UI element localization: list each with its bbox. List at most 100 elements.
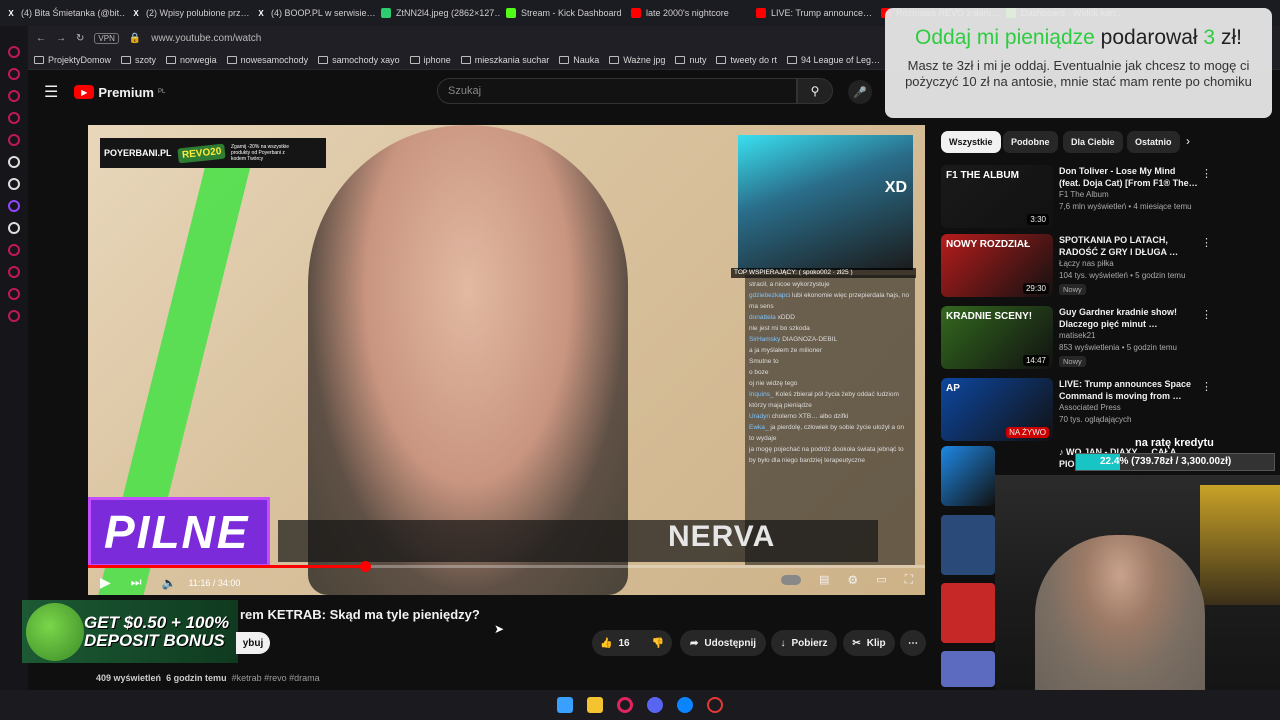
sidebar-app-icon[interactable]	[8, 244, 20, 256]
channel-name[interactable]: Associated Press	[1059, 403, 1121, 412]
twitch-icon[interactable]	[8, 200, 20, 212]
browser-tab[interactable]: Stream - Kick Dashboard	[500, 0, 625, 26]
recommendation-thumbnail[interactable]	[941, 515, 995, 575]
file-explorer-icon[interactable]	[587, 697, 603, 713]
next-icon[interactable]: ⏭	[131, 575, 142, 590]
sidebar-app-icon[interactable]	[8, 266, 20, 278]
voice-search-button[interactable]: 🎤	[848, 80, 872, 104]
browser-tab[interactable]: late 2000's nightcore	[625, 0, 750, 26]
chips-next-icon[interactable]: ›	[1186, 134, 1190, 148]
bookmark-item[interactable]: samochody xayo	[318, 55, 400, 65]
menu-icon[interactable]: ☰	[44, 82, 58, 102]
video-player[interactable]: POYERBANI.PL REVO20 Zgarnij -20% na wszy…	[88, 125, 925, 595]
windows-start-icon[interactable]	[557, 697, 573, 713]
youtube-logo[interactable]: ▶ Premium PL	[74, 85, 165, 100]
bookmark-item[interactable]: Ważne jpg	[609, 55, 665, 65]
reload-icon[interactable]: ↻	[76, 33, 84, 44]
more-actions-button[interactable]: ⋯	[900, 630, 926, 656]
fullscreen-icon[interactable]: ⛶	[905, 572, 913, 587]
dislike-icon[interactable]: 👎	[652, 638, 664, 649]
recommendation-thumbnail[interactable]	[941, 651, 995, 687]
channel-name[interactable]: F1 The Album	[1059, 190, 1109, 199]
casino-ad-banner[interactable]: GET $0.50 + 100% DEPOSIT BONUS	[22, 600, 238, 663]
sidebar-app-icon[interactable]	[8, 68, 20, 80]
sidebar-app-icon[interactable]	[8, 156, 20, 168]
settings-icon[interactable]: ⚙	[847, 573, 858, 587]
theater-mode-icon[interactable]: ▭	[876, 573, 886, 586]
bookmark-item[interactable]: mieszkania suchar	[460, 55, 549, 65]
bookmark-item[interactable]: ProjektyDomow	[34, 55, 111, 65]
channel-name[interactable]: Łączy nas piłka	[1059, 259, 1114, 268]
channel-name[interactable]: matisek21	[1059, 331, 1095, 340]
sidebar-app-icon[interactable]	[8, 288, 20, 300]
sidebar-app-icon[interactable]	[8, 90, 20, 102]
search-icon: ⚲	[810, 84, 820, 98]
volume-icon[interactable]: 🔈	[162, 576, 177, 590]
recommendation-item[interactable]: AP NA ŻYWO LIVE: Trump announces Space Com…	[941, 378, 1271, 442]
subscribe-button[interactable]: ybuj	[236, 632, 270, 654]
search-input[interactable]: Szukaj	[437, 78, 797, 104]
url-field[interactable]: www.youtube.com/watch	[151, 33, 261, 44]
filter-chip[interactable]: Podobne	[1003, 131, 1058, 153]
recommendation-thumbnail[interactable]	[941, 446, 995, 506]
download-button[interactable]: ↓ Pobierz	[771, 630, 837, 656]
browser-tab[interactable]: X (4) Bita Śmietanka (@bit…	[0, 0, 125, 26]
bookmark-item[interactable]: nowesamochody	[226, 55, 308, 65]
video-description[interactable]: 409 wyświetleń 6 godzin temu #ketrab #re…	[96, 673, 320, 683]
share-button[interactable]: ➦ Udostępnij	[680, 630, 766, 656]
clip-button[interactable]: ✂ Klip	[843, 630, 895, 656]
discord-icon[interactable]	[647, 697, 663, 713]
recommendation-title[interactable]: Guy Gardner kradnie show! Dlaczego pięć …	[1059, 306, 1199, 330]
sidebar-app-icon[interactable]	[8, 112, 20, 124]
more-options-icon[interactable]: ⋮	[1201, 308, 1212, 321]
autoplay-toggle-icon[interactable]	[781, 574, 802, 585]
vpn-badge[interactable]: VPN	[94, 32, 119, 44]
more-options-icon[interactable]: ⋮	[1201, 236, 1212, 249]
recommendation-item[interactable]: NOWY ROZDZIAŁ 29:30 SPOTKANIA PO LATACH, R…	[941, 234, 1271, 298]
bookmark-item[interactable]: nuty	[675, 55, 706, 65]
recommendation-thumbnail[interactable]	[941, 583, 995, 643]
recommendation-title[interactable]: Don Toliver - Lose My Mind (feat. Doja C…	[1059, 165, 1199, 189]
recommendation-title[interactable]: SPOTKANIA PO LATACH, RADOŚĆ Z GRY I DŁUG…	[1059, 234, 1199, 258]
sidebar-app-icon[interactable]	[8, 178, 20, 190]
recommendation-item[interactable]: KRADNIE SCENY! 14:47 Guy Gardner kradnie s…	[941, 306, 1271, 370]
recommendation-title[interactable]: LIVE: Trump announces Space Command is m…	[1059, 378, 1199, 402]
bookmark-item[interactable]: tweety do rt	[716, 55, 777, 65]
recommendation-thumbnail[interactable]: NOWY ROZDZIAŁ 29:30	[941, 234, 1053, 297]
search-button[interactable]: ⚲	[797, 78, 833, 104]
recommendation-item[interactable]: F1 THE ALBUM 3:30 Don Toliver - Lose My Mi…	[941, 165, 1271, 229]
filter-chip[interactable]: Dla Ciebie	[1063, 131, 1123, 153]
filter-chip[interactable]: Wszystkie	[941, 131, 1001, 153]
messenger-icon[interactable]	[677, 697, 693, 713]
opera-browser-icon[interactable]	[617, 697, 633, 713]
play-icon[interactable]: ▶	[100, 574, 111, 591]
browser-tab[interactable]: X (4) BOOP.PL w serwisie…	[250, 0, 375, 26]
progress-bar[interactable]	[88, 561, 925, 572]
sidebar-app-icon[interactable]	[8, 310, 20, 322]
back-icon[interactable]: ←	[36, 33, 46, 44]
x-icon[interactable]	[8, 222, 20, 234]
more-options-icon[interactable]: ⋮	[1201, 167, 1212, 180]
like-count[interactable]: 16	[618, 638, 629, 649]
recommendation-thumbnail[interactable]: KRADNIE SCENY! 14:47	[941, 306, 1053, 369]
recommendation-thumbnail[interactable]: AP NA ŻYWO	[941, 378, 1053, 441]
browser-tab[interactable]: ZtNN2l4.jpeg (2862×127…	[375, 0, 500, 26]
bookmark-item[interactable]: 94 League of Leg…	[786, 55, 880, 65]
recommendation-thumbnail[interactable]: F1 THE ALBUM 3:30	[941, 165, 1053, 228]
sidebar-app-icon[interactable]	[8, 134, 20, 146]
bookmark-item[interactable]: iphone	[409, 55, 451, 65]
bookmark-item[interactable]: norwegia	[166, 55, 217, 65]
more-options-icon[interactable]: ⋮	[1201, 380, 1212, 393]
app-icon[interactable]	[707, 697, 723, 713]
like-icon[interactable]: 👍	[600, 638, 612, 649]
subtitles-icon[interactable]: ▤	[819, 573, 829, 586]
chat-message: a ja myślałem że milioner	[749, 347, 822, 354]
forward-icon[interactable]: →	[56, 33, 66, 44]
sidebar-app-icon[interactable]	[8, 46, 20, 58]
chat-message: Ewka_ ja pierdolę, człowiek by sobie życ…	[749, 424, 905, 442]
bookmark-item[interactable]: szoty	[121, 55, 156, 65]
filter-chip[interactable]: Ostatnio	[1127, 131, 1180, 153]
bookmark-item[interactable]: Nauka	[559, 55, 599, 65]
browser-tab[interactable]: X (2) Wpisy polubione prz…	[125, 0, 250, 26]
browser-tab[interactable]: LIVE: Trump announce…	[750, 0, 875, 26]
